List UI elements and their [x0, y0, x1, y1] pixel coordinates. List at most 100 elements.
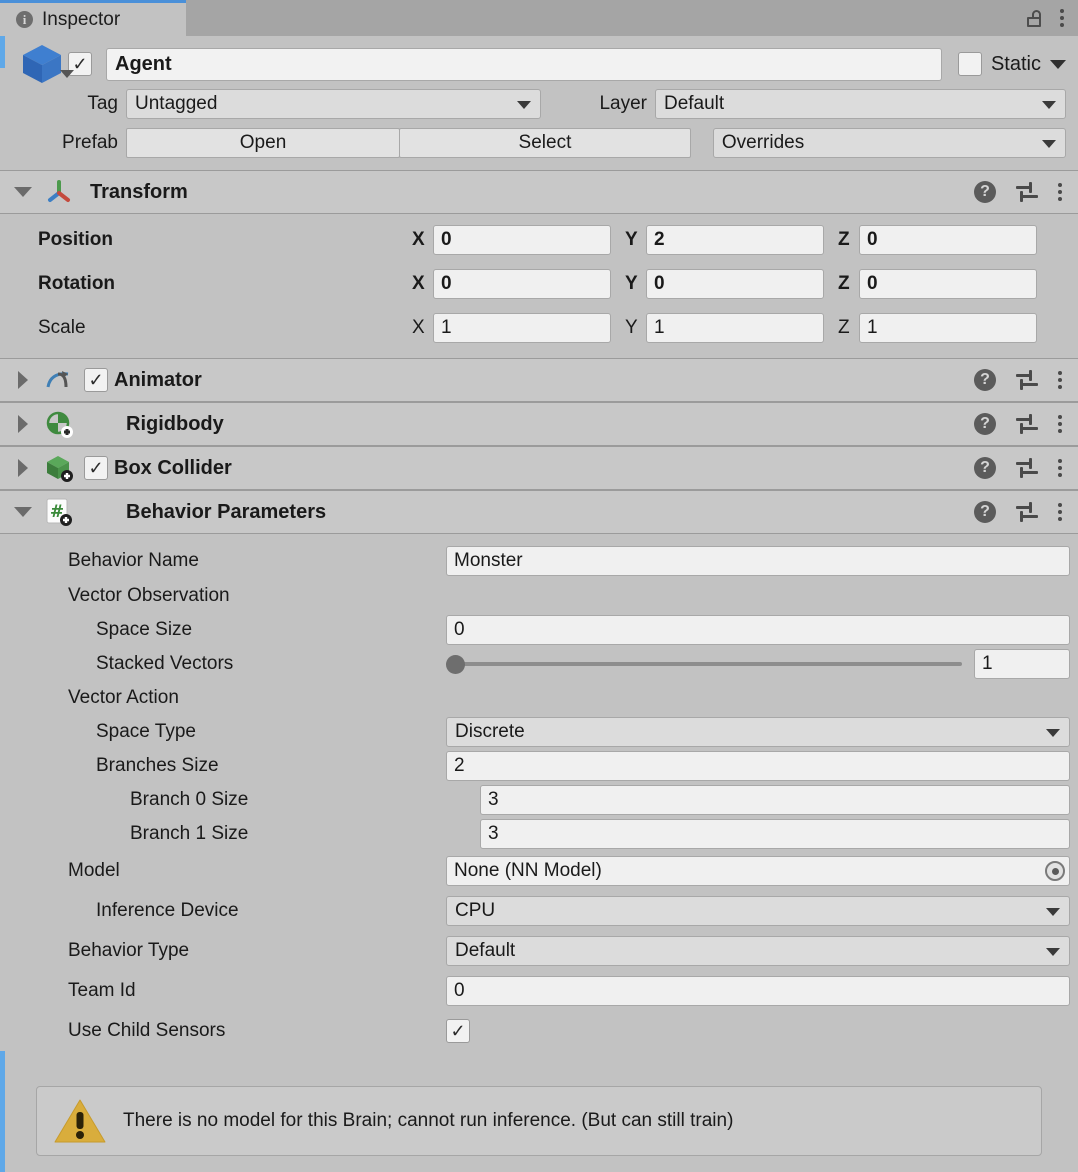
preset-icon[interactable]	[1016, 414, 1038, 434]
object-picker-icon[interactable]	[1045, 861, 1065, 881]
foldout-arrow-icon[interactable]	[14, 187, 32, 197]
row-branches-size: Branches Size 2	[0, 749, 1078, 783]
rotation-label: Rotation	[38, 273, 116, 294]
chevron-down-icon	[1046, 729, 1060, 737]
component-header-rigidbody[interactable]: Rigidbody ?	[0, 402, 1078, 446]
row-stacked-vectors: Stacked Vectors 1	[0, 647, 1078, 681]
branches-size-label: Branches Size	[96, 755, 219, 776]
tab-inspector[interactable]: i Inspector	[0, 0, 186, 36]
icon-dropdown-caret[interactable]	[60, 70, 74, 78]
animator-icon	[44, 365, 74, 395]
cube-icon[interactable]	[12, 40, 74, 88]
kebab-menu-icon[interactable]	[1058, 371, 1062, 389]
scale-z-field[interactable]: 1	[859, 313, 1037, 343]
use-child-sensors-checkbox[interactable]: ✓	[446, 1019, 470, 1043]
scale-y: Y 1	[625, 313, 824, 343]
rotation-x-field[interactable]: 0	[433, 269, 611, 299]
row-team-id: Team Id 0	[0, 971, 1078, 1011]
static-label: Static	[990, 52, 1041, 75]
position-y-field[interactable]: 2	[646, 225, 824, 255]
behavior-name-label: Behavior Name	[68, 550, 199, 571]
foldout-arrow-icon[interactable]	[18, 415, 28, 433]
foldout-arrow-icon[interactable]	[18, 459, 28, 477]
scale-y-field[interactable]: 1	[646, 313, 824, 343]
static-checkbox[interactable]	[957, 52, 982, 76]
kebab-menu-icon[interactable]	[1058, 459, 1062, 477]
space-size-field[interactable]: 0	[446, 615, 1070, 645]
branch-0-size-label: Branch 0 Size	[130, 789, 249, 810]
model-object-field[interactable]: None (NN Model)	[446, 856, 1070, 886]
layer-dropdown[interactable]: Default	[654, 89, 1066, 119]
slider-knob[interactable]	[446, 654, 465, 674]
kebab-menu-icon[interactable]	[1058, 415, 1062, 433]
preset-icon[interactable]	[1016, 502, 1038, 522]
behavior-type-label: Behavior Type	[68, 940, 190, 961]
tag-layer-row: Tag Untagged Layer Default	[12, 87, 1066, 121]
space-type-dropdown[interactable]: Discrete	[446, 717, 1070, 747]
position-z-field[interactable]: 0	[859, 225, 1037, 255]
kebab-menu-icon[interactable]	[1058, 183, 1062, 201]
help-icon[interactable]: ?	[974, 369, 996, 391]
chevron-down-icon	[1046, 908, 1060, 916]
branch-1-size-field[interactable]: 3	[480, 819, 1070, 849]
preset-icon[interactable]	[1016, 182, 1038, 202]
preset-icon[interactable]	[1016, 458, 1038, 478]
branches-size-field[interactable]: 2	[446, 751, 1070, 781]
transform-row-position: Position X 0 Y 2 Z 0	[0, 220, 1078, 260]
component-header-animator[interactable]: ✓ Animator ?	[0, 358, 1078, 402]
static-control: Static	[957, 52, 1066, 76]
position-x: X 0	[412, 225, 611, 255]
behavior-parameters-body: Behavior Name Monster Vector Observation…	[0, 534, 1078, 1051]
gameobject-name-field[interactable]: Agent	[106, 47, 942, 81]
axis-label-z: Z	[838, 229, 850, 250]
prefab-open-button[interactable]: Open	[126, 128, 401, 158]
component-actions: ?	[974, 501, 1078, 523]
axis-label-y: Y	[625, 317, 638, 338]
static-dropdown-caret-icon[interactable]	[1050, 59, 1066, 69]
tag-dropdown[interactable]: Untagged	[126, 89, 541, 119]
rigidbody-icon	[44, 409, 74, 439]
scale-x-field[interactable]: 1	[433, 313, 611, 343]
prefab-row: Prefab Open Select Overrides	[12, 126, 1066, 160]
behavior-type-value: Default	[455, 940, 516, 961]
behavior-name-field[interactable]: Monster	[446, 546, 1070, 576]
animator-enabled-checkbox[interactable]: ✓	[84, 368, 108, 392]
foldout-arrow-icon[interactable]	[18, 371, 28, 389]
component-header-behavior-parameters[interactable]: # Behavior Parameters ?	[0, 490, 1078, 534]
warning-text: There is no model for this Brain; cannot…	[123, 1110, 734, 1131]
rotation-y-field[interactable]: 0	[646, 269, 824, 299]
rotation-y: Y 0	[625, 269, 824, 299]
rotation-z-field[interactable]: 0	[859, 269, 1037, 299]
component-header-transform[interactable]: Transform ?	[0, 170, 1078, 214]
help-icon[interactable]: ?	[974, 413, 996, 435]
behavior-type-dropdown[interactable]: Default	[446, 936, 1070, 966]
inference-device-dropdown[interactable]: CPU	[446, 896, 1070, 926]
help-icon[interactable]: ?	[974, 181, 996, 203]
stacked-vectors-field[interactable]: 1	[974, 649, 1070, 679]
preset-icon[interactable]	[1016, 370, 1038, 390]
branch-0-size-field[interactable]: 3	[480, 785, 1070, 815]
transform-row-scale: Scale X 1 Y 1 Z 1	[0, 308, 1078, 348]
help-icon[interactable]: ?	[974, 501, 996, 523]
component-actions: ?	[974, 181, 1078, 203]
foldout-arrow-icon[interactable]	[14, 507, 32, 517]
transform-body: Position X 0 Y 2 Z 0 Rotation X 0 Y 0 Z …	[0, 214, 1078, 358]
model-value: None (NN Model)	[454, 860, 602, 881]
prefab-select-button[interactable]: Select	[399, 128, 691, 158]
lock-icon[interactable]	[1027, 9, 1042, 27]
kebab-menu-icon[interactable]	[1060, 9, 1064, 27]
component-actions: ?	[974, 457, 1078, 479]
kebab-menu-icon[interactable]	[1058, 503, 1062, 521]
transform-row-rotation: Rotation X 0 Y 0 Z 0	[0, 264, 1078, 304]
tab-inspector-label: Inspector	[42, 8, 121, 30]
prefab-overrides-dropdown[interactable]: Overrides	[712, 128, 1066, 158]
inspector-tabbar: i Inspector	[0, 0, 1078, 36]
rotation-x: X 0	[412, 269, 611, 299]
component-header-box-collider[interactable]: ✓ Box Collider ?	[0, 446, 1078, 490]
stacked-vectors-slider[interactable]	[446, 649, 962, 679]
position-x-field[interactable]: 0	[433, 225, 611, 255]
axis-label-y: Y	[625, 273, 638, 294]
help-icon[interactable]: ?	[974, 457, 996, 479]
box-collider-enabled-checkbox[interactable]: ✓	[84, 456, 108, 480]
team-id-field[interactable]: 0	[446, 976, 1070, 1006]
